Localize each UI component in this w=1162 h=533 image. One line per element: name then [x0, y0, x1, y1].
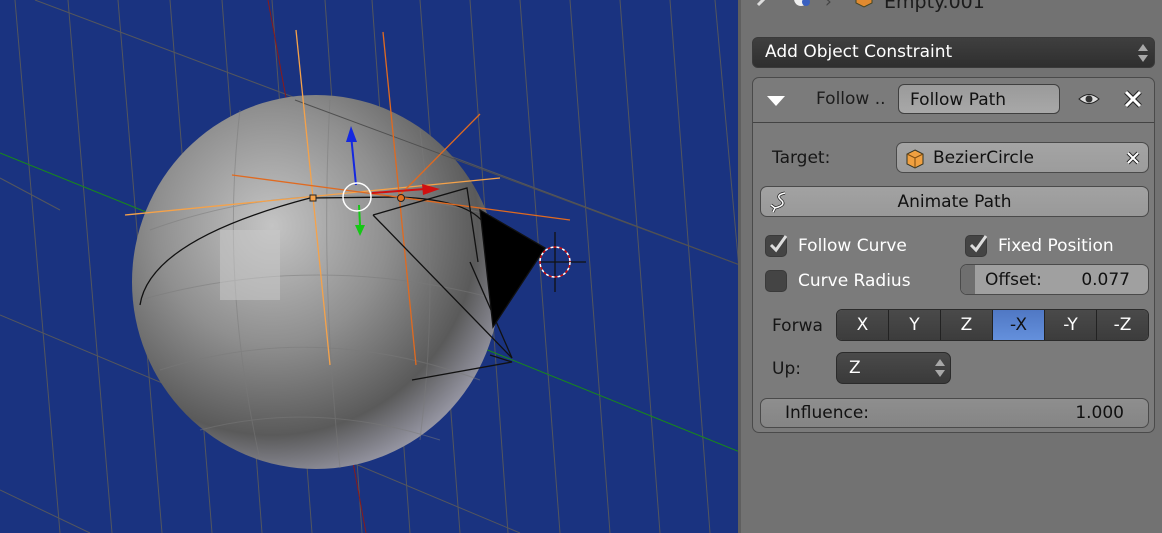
tool-icon[interactable]: [755, 0, 777, 13]
fixed-position-checkbox[interactable]: [965, 235, 988, 257]
curve-radius-checkbox[interactable]: [765, 270, 787, 292]
object-cube-icon: [905, 149, 925, 174]
3d-viewport[interactable]: [0, 0, 740, 533]
eye-icon[interactable]: [1077, 90, 1101, 113]
viewport-scene: [0, 0, 740, 533]
forward-axis-neg-x-button[interactable]: -X: [993, 310, 1045, 340]
influence-label: Influence:: [785, 403, 870, 423]
follow-path-constraint-panel: Follow .. Follow Path Target: BezierCirc…: [752, 77, 1155, 433]
collapse-triangle-icon[interactable]: [767, 96, 785, 106]
animate-path-icon: [767, 191, 793, 223]
curve-radius-label[interactable]: Curve Radius: [798, 271, 911, 291]
object-cube-icon: [854, 0, 874, 13]
forward-axis-z-button[interactable]: Z: [941, 310, 993, 340]
add-object-constraint-menu[interactable]: Add Object Constraint: [752, 37, 1155, 68]
delete-constraint-icon[interactable]: [1122, 88, 1144, 115]
up-axis-value: Z: [849, 358, 861, 378]
forward-axis-label: Forwa: [772, 316, 823, 336]
offset-slider-fill: [961, 265, 976, 294]
follow-curve-label[interactable]: Follow Curve: [798, 236, 907, 256]
up-axis-dropdown[interactable]: Z: [836, 352, 951, 384]
offset-slider[interactable]: Offset: 0.077: [960, 264, 1149, 295]
updown-arrows-icon: [935, 358, 945, 378]
clear-target-icon[interactable]: [1125, 150, 1141, 171]
material-icon[interactable]: [791, 0, 813, 15]
forward-axis-y-button[interactable]: Y: [889, 310, 941, 340]
forward-axis-neg-y-button[interactable]: -Y: [1045, 310, 1097, 340]
influence-value: 1.000: [1075, 403, 1124, 423]
object-name: Empty.001: [884, 0, 985, 13]
constraint-header: Follow .. Follow Path: [753, 78, 1154, 123]
offset-value: 0.077: [1081, 270, 1130, 290]
forward-axis-selector: X Y Z -X -Y -Z: [836, 309, 1149, 341]
properties-editor: › Empty.001 Add Object Constraint Follow…: [741, 0, 1162, 533]
follow-curve-checkbox[interactable]: [765, 235, 788, 257]
uv-sphere: [132, 95, 500, 469]
curve-handle: [397, 194, 405, 202]
target-value: BezierCircle: [933, 148, 1034, 168]
forward-axis-neg-z-button[interactable]: -Z: [1097, 310, 1148, 340]
influence-slider[interactable]: Influence: 1.000: [760, 398, 1149, 428]
animate-path-button[interactable]: Animate Path: [760, 186, 1149, 217]
properties-header: › Empty.001: [741, 0, 1162, 14]
up-axis-label: Up:: [772, 359, 801, 379]
animate-path-label: Animate Path: [897, 192, 1012, 212]
offset-label: Offset:: [985, 270, 1042, 290]
fixed-position-label[interactable]: Fixed Position: [998, 236, 1114, 256]
updown-arrows-icon: [1138, 43, 1148, 63]
breadcrumb-arrow-icon: ›: [825, 0, 832, 12]
curve-handle: [309, 194, 317, 202]
forward-axis-x-button[interactable]: X: [837, 310, 889, 340]
target-label: Target:: [772, 148, 831, 168]
constraint-name-field[interactable]: Follow Path: [898, 84, 1060, 114]
3d-cursor: [540, 232, 586, 292]
constraint-type-label: Follow ..: [816, 89, 886, 109]
target-field[interactable]: BezierCircle: [896, 142, 1149, 173]
add-constraint-label: Add Object Constraint: [765, 42, 953, 62]
